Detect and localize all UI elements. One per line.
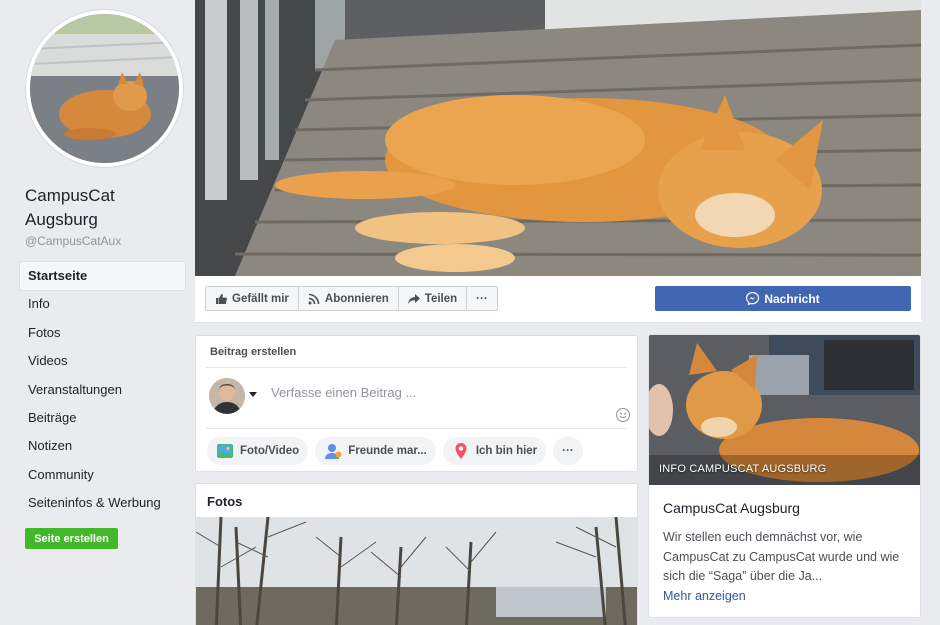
page-action-bar: Gefällt mir Abonnieren Teilen ··· Nachri… bbox=[195, 276, 921, 323]
photos-title: Fotos bbox=[207, 494, 243, 509]
sidebar-item-info[interactable]: Info bbox=[20, 290, 185, 318]
post-composer: Beitrag erstellen Foto/Video Freunde mar… bbox=[195, 335, 638, 472]
page-name: CampusCat Augsburg bbox=[25, 186, 115, 229]
photo-thumbnail[interactable] bbox=[196, 517, 637, 625]
sidebar-item-veranstaltungen[interactable]: Veranstaltungen bbox=[20, 376, 185, 404]
follow-button-label: Abonnieren bbox=[324, 292, 389, 305]
more-actions-button[interactable]: ··· bbox=[467, 287, 497, 310]
share-arrow-icon bbox=[407, 293, 420, 305]
profile-picture[interactable] bbox=[26, 10, 183, 167]
location-pin-icon bbox=[452, 442, 470, 460]
check-in-label: Ich bin hier bbox=[475, 445, 538, 457]
tag-friends-button[interactable]: Freunde mar... bbox=[315, 437, 436, 465]
photo-icon bbox=[216, 442, 234, 460]
info-card-image[interactable]: INFO CAMPUSCAT AUGSBURG bbox=[649, 335, 920, 485]
thumbs-up-icon bbox=[215, 293, 227, 305]
cover-photo[interactable] bbox=[195, 0, 921, 276]
show-more-link[interactable]: Mehr anzeigen bbox=[663, 589, 746, 603]
create-page-button[interactable]: Seite erstellen bbox=[25, 528, 118, 549]
sidebar-item-startseite[interactable]: Startseite bbox=[20, 262, 185, 291]
info-card-title: CampusCat Augsburg bbox=[663, 500, 800, 516]
action-button-group: Gefällt mir Abonnieren Teilen ··· bbox=[205, 286, 498, 311]
check-in-button[interactable]: Ich bin hier bbox=[442, 437, 547, 465]
info-card: INFO CAMPUSCAT AUGSBURG CampusCat Augsbu… bbox=[648, 334, 921, 618]
message-button[interactable]: Nachricht bbox=[655, 286, 911, 311]
photo-video-label: Foto/Video bbox=[240, 445, 300, 457]
share-button-label: Teilen bbox=[424, 292, 458, 305]
divider bbox=[206, 428, 627, 429]
info-card-overlay-title: INFO CAMPUSCAT AUGSBURG bbox=[659, 463, 827, 475]
follow-button[interactable]: Abonnieren bbox=[299, 287, 399, 310]
sidebar-item-fotos[interactable]: Fotos bbox=[20, 319, 185, 347]
chevron-down-icon[interactable] bbox=[249, 392, 257, 397]
message-button-label: Nachricht bbox=[764, 291, 820, 306]
sidebar-item-notizen[interactable]: Notizen bbox=[20, 432, 185, 460]
avatar[interactable] bbox=[209, 378, 245, 414]
composer-actions: Foto/Video Freunde mar... Ich bin hier ·… bbox=[207, 437, 583, 465]
sidebar-item-beitraege[interactable]: Beiträge bbox=[20, 404, 185, 432]
sidebar: CampusCat Augsburg @CampusCatAux Startse… bbox=[0, 0, 195, 625]
more-options-button[interactable]: ··· bbox=[553, 437, 583, 465]
tag-friends-label: Freunde mar... bbox=[348, 445, 427, 457]
rss-icon bbox=[308, 293, 320, 305]
messenger-icon bbox=[746, 292, 760, 305]
page-handle[interactable]: @CampusCatAux bbox=[25, 234, 121, 248]
divider bbox=[206, 367, 627, 368]
composer-input[interactable] bbox=[271, 385, 571, 400]
photo-video-button[interactable]: Foto/Video bbox=[207, 437, 309, 465]
photos-section: Fotos bbox=[195, 483, 638, 625]
like-button[interactable]: Gefällt mir bbox=[206, 287, 299, 310]
sidebar-nav: Startseite Info Fotos Videos Veranstaltu… bbox=[20, 262, 185, 518]
sidebar-item-seiteninfos-werbung[interactable]: Seiteninfos & Werbung bbox=[20, 489, 185, 517]
emoji-icon[interactable] bbox=[616, 408, 630, 422]
sidebar-item-videos[interactable]: Videos bbox=[20, 347, 185, 375]
sidebar-item-community[interactable]: Community bbox=[20, 461, 185, 489]
info-card-description: Wir stellen euch demnächst vor, wie Camp… bbox=[663, 530, 900, 583]
tag-friends-icon bbox=[324, 442, 342, 460]
share-button[interactable]: Teilen bbox=[399, 287, 468, 310]
like-button-label: Gefällt mir bbox=[232, 292, 289, 305]
composer-title: Beitrag erstellen bbox=[210, 346, 297, 358]
